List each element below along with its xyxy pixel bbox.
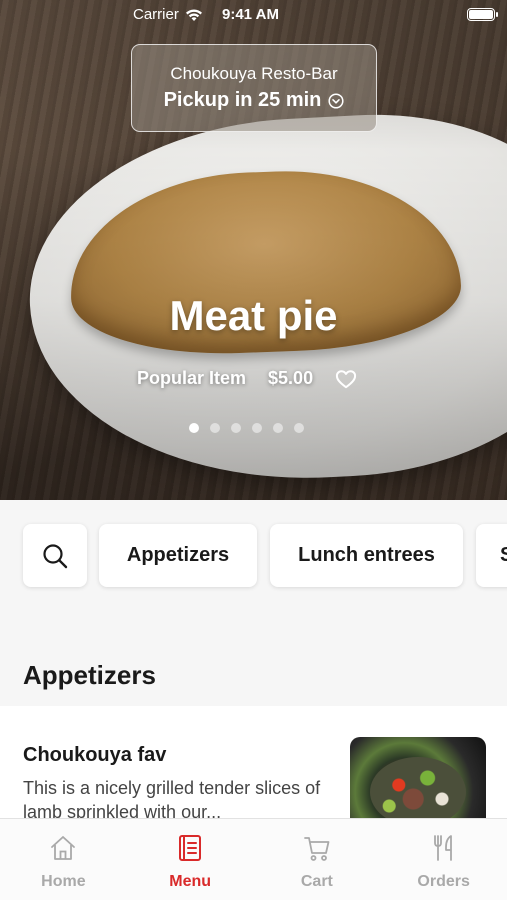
carousel-dot[interactable]	[231, 423, 241, 433]
pickup-selector[interactable]: Choukouya Resto-Bar Pickup in 25 min	[131, 44, 377, 132]
popular-tag: Popular Item	[137, 368, 247, 388]
carousel-dot[interactable]	[273, 423, 283, 433]
home-icon	[51, 836, 76, 860]
tab-home[interactable]: Home	[0, 819, 127, 900]
tab-cart[interactable]: Cart	[254, 819, 381, 900]
menu-item-card[interactable]: Choukouya fav This is a nicely grilled t…	[0, 706, 507, 837]
featured-item-title: Meat pie	[169, 292, 338, 339]
menu-book-icon	[179, 835, 202, 861]
clock: 9:41 AM	[222, 6, 279, 23]
menu-item-description: This is a nicely grilled tender slices o…	[23, 778, 321, 822]
status-bar: Carrier 9:41 AM	[0, 0, 507, 30]
battery-icon	[467, 8, 498, 21]
heart-icon[interactable]	[335, 369, 357, 389]
tab-orders[interactable]: Orders	[380, 819, 507, 900]
carousel-dot[interactable]	[189, 423, 199, 433]
category-chip-appetizers[interactable]: Appetizers	[99, 524, 257, 587]
carrier-group: Carrier	[133, 6, 203, 23]
wifi-icon	[185, 8, 202, 21]
search-button[interactable]	[23, 524, 87, 587]
carousel-indicator[interactable]	[189, 423, 304, 433]
pickup-eta: Pickup in 25 min	[163, 89, 322, 111]
category-bar[interactable]: Appetizers Lunch entrees S	[0, 500, 507, 625]
carousel-dot[interactable]	[252, 423, 262, 433]
carousel-dot[interactable]	[210, 423, 220, 433]
tab-menu[interactable]: Menu	[127, 819, 254, 900]
category-chip-lunch-entrees[interactable]: Lunch entrees	[270, 524, 463, 587]
carrier-label: Carrier	[133, 6, 179, 23]
tab-label: Cart	[300, 873, 333, 890]
bottom-tab-bar: Home Menu Cart Orders	[0, 818, 507, 900]
chevron-down-circle-icon	[328, 92, 344, 109]
tab-label: Orders	[417, 873, 470, 890]
section-heading: Appetizers	[23, 660, 156, 690]
cart-icon	[303, 837, 330, 861]
restaurant-name: Choukouya Resto-Bar	[170, 64, 338, 83]
category-chip-next[interactable]: S	[476, 524, 507, 587]
featured-price: $5.00	[268, 368, 314, 388]
fork-knife-icon	[433, 835, 452, 861]
menu-item-name: Choukouya fav	[23, 744, 167, 766]
carousel-dot[interactable]	[294, 423, 304, 433]
tab-label: Home	[41, 873, 86, 890]
tab-label: Menu	[169, 873, 212, 890]
search-icon	[43, 543, 68, 568]
pickup-time-row: Pickup in 25 min	[132, 89, 376, 112]
featured-item-meta: Popular Item $5.00	[137, 368, 357, 389]
